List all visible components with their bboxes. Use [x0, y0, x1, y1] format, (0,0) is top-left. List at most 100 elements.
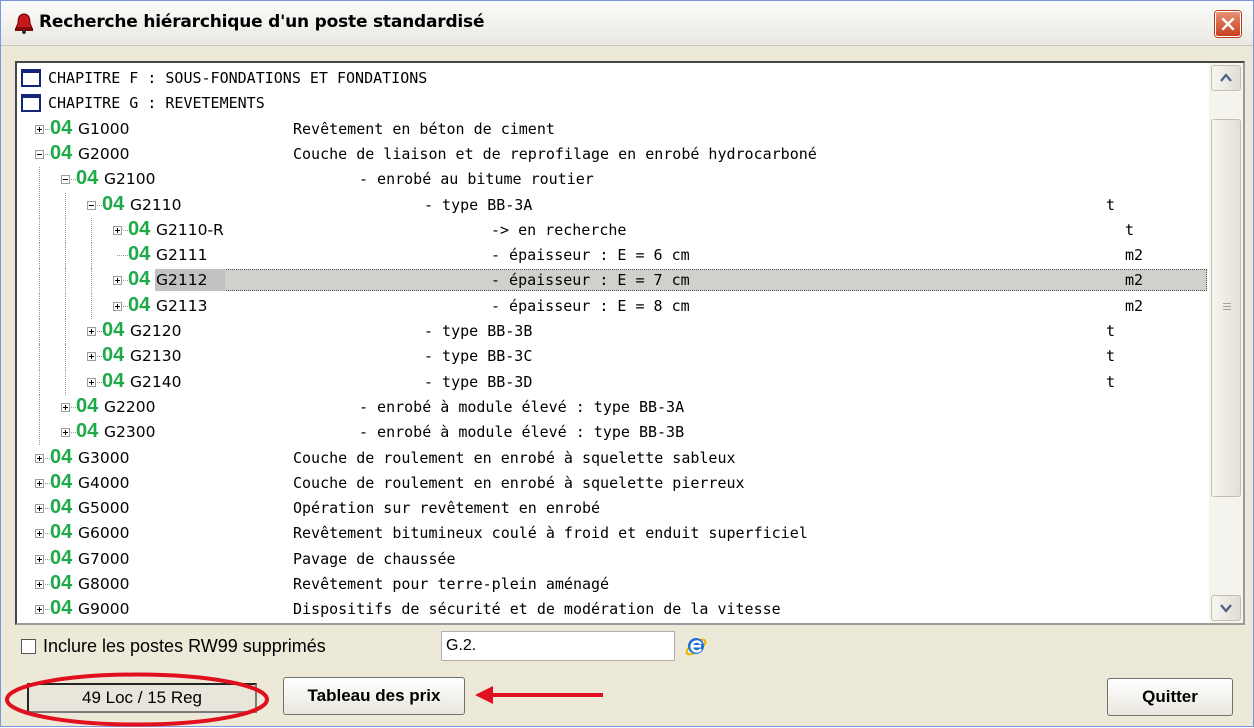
tree-row-unit: t — [1125, 220, 1135, 239]
tree-row-num: 04 — [50, 141, 73, 164]
chapter-icon — [21, 94, 41, 113]
tree-row-code: G2110-R — [156, 220, 224, 239]
expand-icon[interactable] — [35, 478, 44, 488]
tree-row-desc: Opération sur revêtement en enrobé — [293, 499, 601, 518]
expand-icon[interactable] — [113, 225, 122, 235]
tree-row-desc: - type BB-3A — [424, 195, 533, 214]
tree-row-num: 04 — [50, 496, 73, 519]
tree-row-code: G2100 — [104, 170, 156, 189]
tree-row-num: 04 — [102, 369, 125, 392]
expand-icon[interactable] — [35, 504, 44, 514]
close-button[interactable] — [1215, 11, 1241, 37]
tree-row[interactable]: 04 G7000 Pavage de chaussée — [17, 547, 1209, 572]
expand-icon[interactable] — [61, 402, 70, 412]
ie-icon[interactable] — [683, 633, 709, 659]
tree-row-code: G2111 — [156, 246, 208, 265]
tree-row-unit: t — [1106, 347, 1116, 366]
tree-row-num: 04 — [50, 470, 73, 493]
tree-row-code: G2300 — [104, 423, 156, 442]
tree-row[interactable]: 04 G3000 Couche de roulement en enrobé à s… — [17, 446, 1209, 471]
tree-row-desc: Pavage de chaussée — [293, 549, 456, 568]
search-input[interactable] — [441, 631, 675, 661]
dialog-window: Recherche hiérarchique d'un poste standa… — [0, 0, 1254, 727]
tree-row-desc: Couche de liaison et de reprofilage en e… — [293, 144, 817, 163]
tree-row-desc: - enrobé au bitume routier — [359, 170, 594, 189]
tree-row-code: G4000 — [78, 473, 130, 492]
tree-chapter-row[interactable]: CHAPITRE G : REVETEMENTS — [17, 91, 1209, 116]
expand-icon[interactable] — [35, 554, 44, 564]
expand-icon[interactable] — [35, 124, 44, 134]
expand-icon[interactable] — [35, 529, 44, 539]
expand-icon[interactable] — [87, 352, 96, 362]
tree-row-num: 04 — [102, 344, 125, 367]
close-icon — [1221, 17, 1235, 31]
expand-icon[interactable] — [35, 605, 44, 615]
tree-row-num: 04 — [128, 293, 151, 316]
tree-chapter-row[interactable]: CHAPITRE F : SOUS-FONDATIONS ET FONDATIO… — [17, 66, 1209, 91]
tree-row[interactable]: 04 G2200 - enrobé à module élevé : type BB… — [17, 394, 1209, 421]
tree-row[interactable]: 04 G6000 Revêtement bitumineux coulé à fro… — [17, 521, 1209, 546]
tree-row[interactable]: 04 G2111 - épaisseur : E = 6 cm m2 — [17, 243, 1209, 269]
bell-icon — [15, 13, 33, 34]
tree-row-code: G2000 — [78, 144, 130, 163]
price-table-button[interactable]: Tableau des prix — [283, 677, 465, 715]
tree-row-desc: Dispositifs de sécurité et de modération… — [293, 600, 781, 619]
quit-button[interactable]: Quitter — [1107, 678, 1233, 716]
tree-row[interactable]: 04 G1000 Revêtement en béton de ciment — [17, 117, 1209, 142]
expand-icon[interactable] — [61, 428, 70, 438]
tree-row-desc: - type BB-3B — [424, 322, 533, 340]
tree-row-desc: Couche de roulement en enrobé à squelett… — [293, 448, 736, 467]
tree-row[interactable]: 04 G2112 - épaisseur : E = 7 cm m2 — [17, 268, 1209, 294]
tree-row-num: 04 — [76, 420, 99, 443]
tree-row-num: 04 — [50, 521, 73, 544]
tree-row-desc: - type BB-3C — [424, 347, 533, 366]
tree-row[interactable]: 04 G9000 Dispositifs de sécurité et de mod… — [17, 597, 1209, 622]
tree-row[interactable]: 04 G2100 - enrobé au bitume routier — [17, 167, 1209, 193]
tree-row[interactable]: 04 G2110-R -> en recherche t — [17, 217, 1209, 244]
chapter-label: CHAPITRE G : REVETEMENTS — [48, 94, 265, 113]
tree-row[interactable]: 04 G2120 - type BB-3B t — [17, 319, 1209, 345]
collapse-icon[interactable] — [35, 149, 44, 159]
tree-row[interactable]: 04 G4000 Couche de roulement en enrobé à s… — [17, 471, 1209, 496]
tree-row-code: G2140 — [130, 372, 182, 391]
scroll-thumb[interactable] — [1211, 119, 1241, 497]
tree-row-desc: Revêtement bitumineux coulé à froid et e… — [293, 524, 808, 543]
collapse-icon[interactable] — [87, 200, 96, 210]
tree-row-desc: - enrobé à module élevé : type BB-3B — [359, 423, 685, 442]
include-deleted-label: Inclure les postes RW99 supprimés — [43, 636, 326, 656]
expand-icon[interactable] — [35, 453, 44, 463]
expand-icon[interactable] — [87, 377, 96, 387]
tree-row[interactable]: 04 G2140 - type BB-3D t — [17, 369, 1209, 395]
tree-row-desc: - épaisseur : E = 6 cm — [491, 246, 690, 265]
vertical-scrollbar[interactable] — [1209, 63, 1243, 623]
scroll-down-button[interactable] — [1211, 595, 1241, 621]
title-bar[interactable]: Recherche hiérarchique d'un poste standa… — [1, 1, 1253, 46]
tree-row[interactable]: 04 G2130 - type BB-3C t — [17, 344, 1209, 370]
tree-row[interactable]: 04 G8000 Revêtement pour terre-plein aména… — [17, 572, 1209, 597]
tree-row-num: 04 — [76, 394, 99, 417]
hierarchy-tree[interactable]: CHAPITRE F : SOUS-FONDATIONS ET FONDATIO… — [15, 61, 1245, 625]
expand-icon[interactable] — [113, 276, 122, 286]
tree-chapter-row[interactable]: CHAPITRE H : ELEMENTS LINEAIRES — [17, 623, 1209, 624]
tree-row-code: G2112 — [156, 271, 208, 290]
tree-row-desc: - épaisseur : E = 7 cm — [491, 271, 690, 290]
tree-rows: CHAPITRE F : SOUS-FONDATIONS ET FONDATIO… — [17, 63, 1209, 623]
chevron-down-icon — [1220, 604, 1232, 613]
tree-row-desc: Revêtement pour terre-plein aménagé — [293, 575, 610, 593]
tree-row[interactable]: 04 G5000 Opération sur revêtement en enrob… — [17, 496, 1209, 521]
tree-row-desc: - type BB-3D — [424, 372, 533, 391]
tree-row-num: 04 — [128, 243, 151, 266]
tree-row[interactable]: 04 G2300 - enrobé à module élevé : type BB… — [17, 420, 1209, 446]
tree-row-num: 04 — [102, 319, 125, 341]
expand-icon[interactable] — [87, 327, 96, 336]
expand-icon[interactable] — [113, 301, 122, 311]
scroll-up-button[interactable] — [1211, 65, 1241, 91]
include-deleted-checkbox[interactable] — [21, 639, 36, 654]
tree-row[interactable]: 04 G2113 - épaisseur : E = 8 cm m2 — [17, 293, 1209, 319]
tree-row[interactable]: 04 G2110 - type BB-3A t — [17, 192, 1209, 218]
collapse-icon[interactable] — [61, 175, 70, 185]
tree-row-num: 04 — [50, 572, 73, 594]
expand-icon[interactable] — [35, 580, 44, 589]
tree-row[interactable]: 04 G2000 Couche de liaison et de reprofila… — [17, 142, 1209, 167]
window-title: Recherche hiérarchique d'un poste standa… — [39, 12, 485, 32]
